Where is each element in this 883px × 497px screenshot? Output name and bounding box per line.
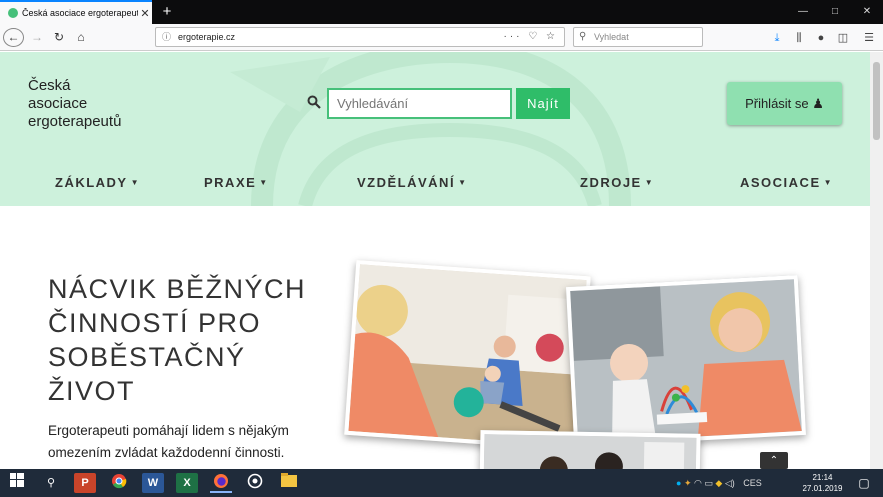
skype-icon[interactable]: ●: [676, 478, 681, 488]
file-explorer-icon[interactable]: [278, 473, 300, 493]
site-logo[interactable]: Česká asociace ergoterapeutů: [28, 77, 168, 131]
logo-line-2: asociace: [28, 95, 88, 112]
forward-arrow-icon[interactable]: →: [28, 28, 46, 47]
site-search-input[interactable]: [327, 88, 512, 119]
media-app-icon[interactable]: [244, 473, 266, 493]
logo-line-3: ergoterapeutů: [28, 113, 122, 130]
site-header: Česká asociace ergoterapeutů Najít Přihl…: [0, 52, 870, 206]
library-icon[interactable]: ⫼: [790, 29, 808, 47]
wifi-icon[interactable]: ◠: [694, 478, 702, 488]
hero-title-line: SOBĚSTAČNÝ: [48, 342, 246, 372]
word-icon[interactable]: W: [142, 473, 164, 493]
nav-item-zdroje[interactable]: ZDROJE ▼: [580, 175, 654, 190]
scrollbar-thumb[interactable]: [873, 62, 880, 140]
logo-line-1: Česká: [28, 77, 71, 94]
chrome-icon[interactable]: [108, 473, 130, 493]
firefox-icon[interactable]: [210, 473, 232, 493]
url-text: ergoterapie.cz: [178, 32, 236, 42]
user-icon: ♟: [812, 96, 824, 111]
nav-label: PRAXE: [204, 175, 257, 190]
browser-search-input[interactable]: ⚲ Vyhledat: [573, 27, 703, 47]
sidebar-icon[interactable]: ◫: [834, 29, 852, 47]
site-info-icon[interactable]: ⓘ: [162, 28, 171, 46]
page-actions-icon[interactable]: ··· ♡ ☆: [504, 28, 558, 46]
excel-icon[interactable]: X: [176, 473, 198, 493]
address-bar[interactable]: ⓘ ergoterapie.cz ··· ♡ ☆: [155, 27, 565, 47]
caret-down-icon: ▼: [130, 178, 141, 187]
login-button[interactable]: Přihlásit se ♟: [727, 82, 842, 125]
language-indicator[interactable]: CES: [743, 478, 762, 488]
search-icon: [307, 95, 321, 112]
nav-label: VZDĚLÁVÁNÍ: [357, 175, 456, 190]
search-icon[interactable]: ⚲: [40, 473, 62, 493]
clock-date: 27.01.2019: [802, 484, 843, 493]
nav-item-asociace[interactable]: ASOCIACE ▼: [740, 175, 833, 190]
nav-item-zaklady[interactable]: ZÁKLADY ▼: [55, 175, 140, 190]
maximize-button[interactable]: □: [819, 0, 851, 24]
search-icon: ⚲: [579, 31, 587, 42]
tab-title: Česká asociace ergoterapeutů: [22, 8, 138, 18]
search-button[interactable]: Najít: [516, 88, 570, 119]
system-tray: ● ✦ ◠ ▭ ◆ ◁) CES: [676, 469, 762, 497]
download-icon[interactable]: ⤓: [768, 29, 786, 47]
battery-icon[interactable]: ▭: [704, 478, 713, 488]
adblock-icon[interactable]: ●: [812, 29, 830, 47]
home-icon[interactable]: ⌂: [72, 28, 90, 47]
hero-title-line: ŽIVOT: [48, 376, 135, 406]
browser-search-placeholder: Vyhledat: [594, 32, 629, 42]
back-arrow-icon[interactable]: ←: [3, 28, 24, 47]
caret-down-icon: ▼: [823, 178, 834, 187]
caret-down-icon: ▼: [644, 178, 655, 187]
nav-item-praxe[interactable]: PRAXE ▼: [204, 175, 269, 190]
hero-title: NÁCVIK BĚŽNÝCH ČINNOSTÍ PRO SOBĚSTAČNÝ Ž…: [48, 272, 328, 408]
hero-text-line: omezením zvládat každodenní činnosti.: [48, 445, 285, 460]
menu-icon[interactable]: ☰: [860, 29, 878, 47]
login-label: Přihlásit se: [745, 96, 809, 111]
browser-toolbar: ← → ↻ ⌂ ⓘ ergoterapie.cz ··· ♡ ☆ ⚲ Vyhle…: [0, 24, 883, 51]
nav-label: ZÁKLADY: [55, 175, 128, 190]
hero-title-line: NÁCVIK BĚŽNÝCH: [48, 274, 307, 304]
shield-icon[interactable]: ◆: [715, 478, 722, 488]
minimize-button[interactable]: —: [787, 0, 819, 24]
notifications-icon[interactable]: ▢: [853, 473, 875, 493]
nav-item-vzdelavani[interactable]: VZDĚLÁVÁNÍ ▼: [357, 175, 467, 190]
volume-icon[interactable]: ◁): [725, 478, 735, 488]
reload-icon[interactable]: ↻: [50, 28, 68, 47]
caret-down-icon: ▼: [259, 178, 269, 187]
app-tray-icon[interactable]: ✦: [684, 478, 692, 488]
hero-title-line: ČINNOSTÍ PRO: [48, 308, 262, 338]
caret-down-icon: ▼: [458, 178, 468, 187]
clock-time: 21:14: [812, 473, 833, 482]
photo-child-with-toy: [565, 275, 807, 447]
powerpoint-icon[interactable]: P: [74, 473, 96, 493]
hero-text-line: Ergoterapeuti pomáhají lidem s nějakým: [48, 423, 289, 438]
new-tab-button[interactable]: +: [158, 2, 176, 22]
photo-therapy-session: [344, 260, 591, 451]
browser-tab[interactable]: Česká asociace ergoterapeutů ✕: [0, 0, 152, 24]
nav-label: ASOCIACE: [740, 175, 821, 190]
nav-label: ZDROJE: [580, 175, 642, 190]
taskbar-clock[interactable]: 21:14 27.01.2019: [800, 472, 845, 494]
os-taskbar: ⚲ P W X ● ✦ ◠ ▭ ◆ ◁) CES 21:14 27.01.201…: [0, 469, 883, 497]
site-favicon-icon: [8, 8, 18, 18]
back-to-top-button[interactable]: ⌃: [760, 452, 788, 469]
tab-close-icon[interactable]: ✕: [138, 7, 152, 20]
tab-strip: Česká asociace ergoterapeutů ✕ + — □ ✕: [0, 0, 883, 24]
window-close-button[interactable]: ✕: [851, 0, 883, 24]
windows-start-icon[interactable]: [6, 473, 28, 493]
